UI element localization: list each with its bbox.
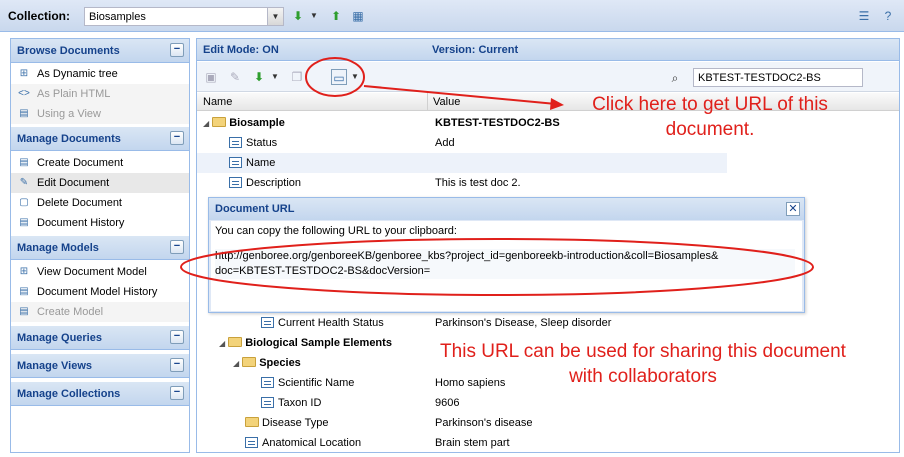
url-highlight (180, 238, 814, 296)
annotation-url-button: Click here to get URL of this document. (592, 94, 828, 140)
url-button-highlight (305, 57, 365, 97)
annotation-sharing: This URL can be used for sharing this do… (440, 341, 846, 387)
annotation-arrow (363, 85, 557, 105)
